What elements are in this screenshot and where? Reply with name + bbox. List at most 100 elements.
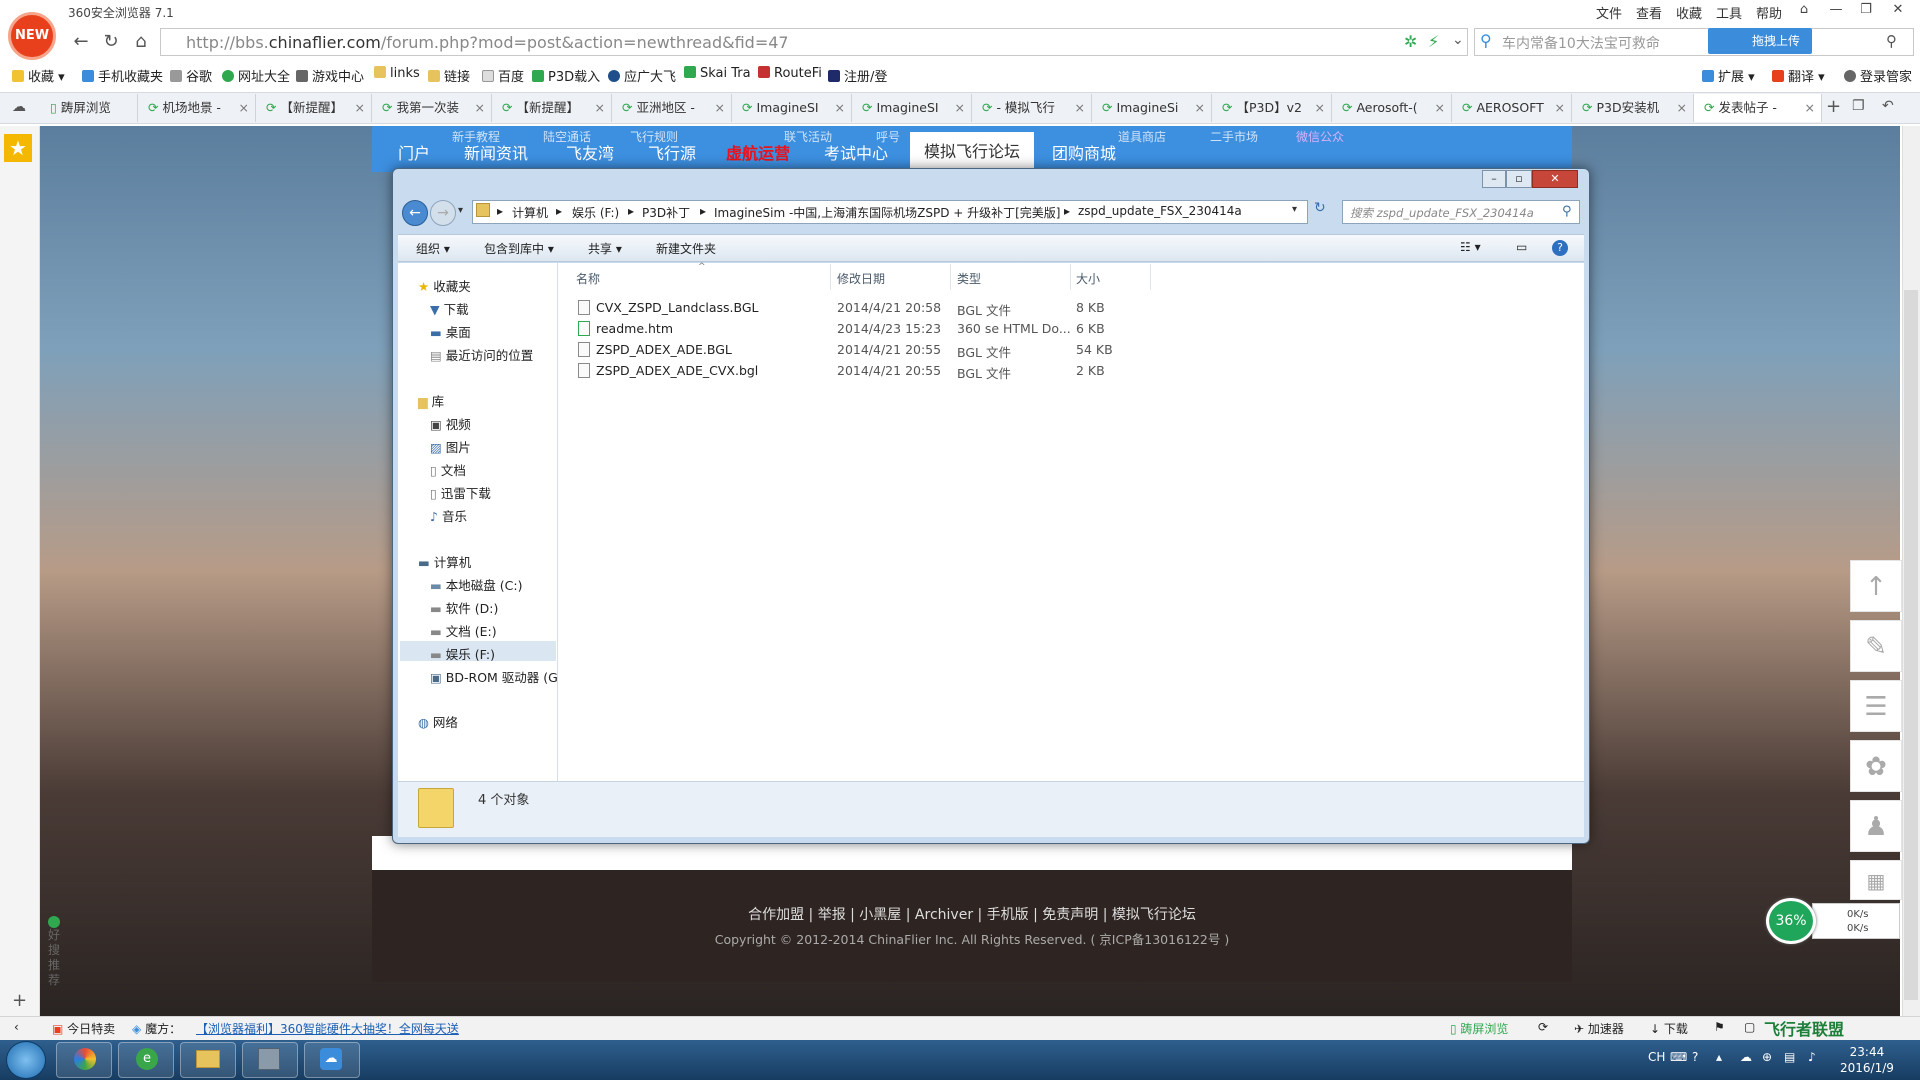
explorer-close-button[interactable]: ✕ [1532,170,1578,188]
refresh-icon[interactable]: ↻ [98,29,124,55]
promo-link[interactable]: 【浏览器福利】360智能硬件大抽奖！全网每天送 [196,1020,459,1037]
language-indicator[interactable]: CH [1648,1050,1665,1064]
scrollbar-thumb[interactable] [1904,290,1918,1000]
recommend-label[interactable]: 好搜推荐 [48,928,60,988]
nav-drive-g[interactable]: ▣ BD-ROM 驱动器 (G [430,667,558,686]
menu-help[interactable]: 帮助 [1756,3,1782,22]
cloud-tray-icon[interactable]: ☁ [1740,1050,1752,1064]
accelerator-button[interactable]: ✈ 加速器 [1574,1020,1624,1037]
screenshot-icon[interactable]: ▢ [1744,1020,1755,1034]
address-dropdown-icon[interactable]: ▾ [1292,204,1297,215]
nav-drive-c[interactable]: ▬ 本地磁盘 (C:) [430,575,522,594]
nav-xunlei[interactable]: ▯ 迅雷下载 [430,483,491,502]
scroll-top-icon[interactable]: ↑ [1850,560,1902,612]
qrcode-icon[interactable]: ▦ [1850,860,1902,900]
tab-close-icon[interactable]: × [1555,94,1565,122]
list-icon[interactable]: ☰ [1850,680,1902,732]
login-manager-button[interactable]: 登录管家 [1844,66,1912,85]
new-tab-icon[interactable]: + [1826,96,1841,117]
memory-usage-badge[interactable]: 36% [1766,898,1816,944]
nav-downloads[interactable]: ▼ 下载 [430,299,469,318]
nav-computer[interactable]: ▬ 计算机 [418,552,471,571]
tab-close-icon[interactable]: × [239,94,249,122]
back-icon[interactable]: ← [68,29,94,55]
nav-flight-source[interactable]: 飞行源 [648,140,696,164]
home-icon[interactable]: ⌂ [128,29,154,55]
bookmark-hao[interactable]: 网址大全 [222,66,290,85]
bookmark-lianjie[interactable]: 链接 [428,66,470,85]
bookmark-baidu[interactable]: 百度 [482,66,524,85]
explorer-back-icon[interactable]: ← [402,200,428,226]
download-button[interactable]: ↓ 下载 [1650,1020,1688,1037]
nav-videos[interactable]: ▣ 视频 [430,414,471,433]
explorer-minimize-button[interactable]: – [1482,170,1506,188]
nav-network[interactable]: ◍ 网络 [418,712,458,731]
browser-logo[interactable]: NEW [8,12,56,60]
bookmark-skai[interactable]: Skai Tra [684,66,751,81]
column-header-type[interactable]: 类型 [957,270,981,287]
refresh-icon[interactable]: ↻ [1314,200,1326,216]
immersive-mode-button[interactable]: ▯ 踌屏浏览 [1450,1020,1508,1037]
extensions-button[interactable]: 扩展 ▾ [1702,66,1755,85]
favorites-star-icon[interactable]: ★ [4,134,32,162]
tray-expand-icon[interactable]: ▴ [1716,1050,1722,1064]
nav-music[interactable]: ♪ 音乐 [430,506,467,525]
tab-14[interactable]: ⟳ 发表帖子 - × [1694,94,1822,122]
security-icon[interactable]: ✲ [1404,32,1417,51]
chevron-down-icon[interactable]: ⌄ [1452,32,1464,48]
column-header-date[interactable]: 修改日期 [837,270,885,287]
upload-button[interactable]: 拖拽上传 [1708,28,1812,54]
skin-icon[interactable]: ⌂ [1790,0,1818,20]
bookmark-routefi[interactable]: RouteFi [758,66,822,81]
close-button[interactable]: ✕ [1884,0,1912,20]
help-tray-icon[interactable]: ? [1692,1050,1698,1064]
edit-post-icon[interactable]: ✎ [1850,620,1902,672]
preview-pane-icon[interactable]: ▭ [1516,240,1527,254]
network-icon[interactable]: ▤ [1784,1050,1795,1064]
today-deals-link[interactable]: ▣ 今日特卖 [52,1020,115,1037]
breadcrumb-item[interactable]: 娱乐 (F:) [572,204,619,221]
tab-list-icon[interactable]: ❐ [1852,98,1865,114]
breadcrumb-item[interactable]: 计算机 [512,204,548,221]
organize-button[interactable]: 组织 ▾ [416,240,450,257]
minimize-button[interactable]: — [1822,0,1850,20]
tab-close-icon[interactable]: × [1075,94,1085,122]
view-options-icon[interactable]: ☷ ▾ [1460,240,1481,254]
nav-exam-center[interactable]: 考试中心 [824,140,888,164]
nav-pictures[interactable]: ▨ 图片 [430,437,471,456]
nav-favorites[interactable]: ★ 收藏夹 [418,276,471,295]
menu-tools[interactable]: 工具 [1716,3,1742,22]
nav-desktop[interactable]: ▬ 桌面 [430,322,471,341]
status-icon[interactable]: ⟳ [1538,1020,1548,1034]
flag-icon[interactable]: ⚑ [1714,1020,1725,1034]
tab-2[interactable]: ⟳ 【新提醒】 × [256,94,372,122]
nav-recent[interactable]: ▤ 最近访问的位置 [430,345,533,364]
system-clock[interactable]: 23:44 2016/1/9 [1840,1044,1894,1076]
tab-close-icon[interactable]: × [1435,94,1445,122]
speed-mode-icon[interactable]: ⚡ [1428,32,1439,51]
collapse-icon[interactable]: ‹ [14,1020,19,1034]
tab-10[interactable]: ⟳ 【P3D】v2 × [1212,94,1332,122]
breadcrumb-item[interactable]: ImagineSim -中国,上海浦东国际机场ZSPD + 升级补丁[完美版] [714,204,1060,221]
tab-6[interactable]: ⟳ ImagineSI × [732,94,852,122]
user-icon[interactable]: ♟ [1850,800,1902,852]
new-folder-button[interactable]: 新建文件夹 [656,240,716,257]
bookmark-yingguang[interactable]: 应广大飞 [608,66,676,85]
tab-1[interactable]: ⟳ 机场地景 - × [138,94,256,122]
breadcrumb-item[interactable]: zspd_update_FSX_230414a [1078,204,1242,218]
tab-13[interactable]: ⟳ P3D安装机 × [1572,94,1694,122]
footer-links[interactable]: 合作加盟 | 举报 | 小黑屋 | Archiver | 手机版 | 免责声明 … [372,904,1572,924]
tab-0[interactable]: ▯ 踌屏浏览 [40,94,138,122]
keyboard-icon[interactable]: ⌨ [1670,1050,1687,1064]
explorer-forward-icon[interactable]: → [430,200,456,226]
nav-virtual-airline[interactable]: 虚航运营 [726,140,790,164]
security-tray-icon[interactable]: ⊕ [1762,1050,1772,1064]
bookmark-mobile[interactable]: 手机收藏夹 [82,66,163,85]
volume-icon[interactable]: ♪ [1808,1050,1816,1064]
tab-close-icon[interactable]: × [475,94,485,122]
tab-close-icon[interactable]: × [1805,94,1815,122]
breadcrumb-item[interactable]: P3D补丁 [642,204,690,221]
column-header-name[interactable]: 名称 [576,270,600,287]
bookmark-favorites[interactable]: 收藏 ▾ [12,66,65,85]
menu-file[interactable]: 文件 [1596,3,1622,22]
